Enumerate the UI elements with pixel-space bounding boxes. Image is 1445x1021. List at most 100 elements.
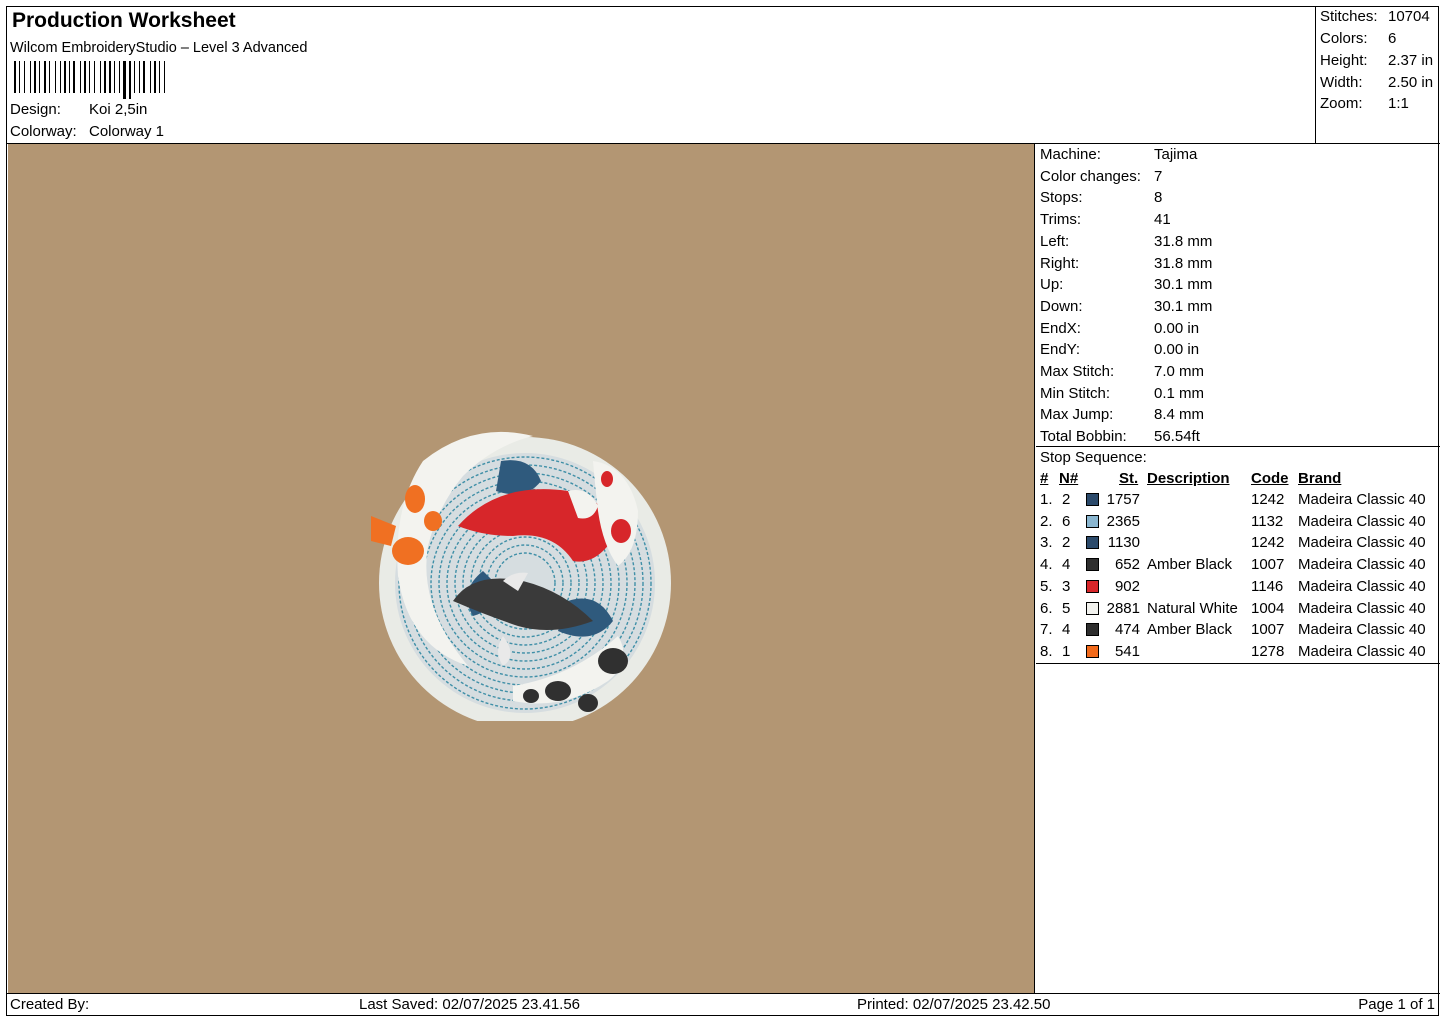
machine-info-value: 30.1 mm <box>1154 276 1213 294</box>
machine-info-value: 0.1 mm <box>1154 384 1205 402</box>
col-header-needle: N# <box>1059 470 1079 487</box>
colorway-value: Colorway 1 <box>89 123 165 140</box>
barcode-bar <box>104 61 106 93</box>
machine-info-label: EndX: <box>1040 319 1081 337</box>
thread-brand: Madeira Classic 40 <box>1298 512 1426 530</box>
barcode-bar <box>159 61 160 93</box>
needle-number: 3 <box>1062 577 1071 595</box>
stop-index: 3. <box>1040 534 1053 552</box>
stop-index: 4. <box>1040 556 1053 574</box>
thread-description: Natural White <box>1147 599 1238 617</box>
machine-info-label: Down: <box>1040 297 1083 315</box>
stat-zoom: Zoom: 1:1 <box>1320 95 1409 112</box>
col-header-description: Description <box>1147 470 1230 487</box>
thread-code: 1146 <box>1251 577 1284 595</box>
thread-color-swatch <box>1086 536 1099 550</box>
koi-embroidery-image <box>371 431 671 721</box>
machine-info-row: Up: 30.1 mm <box>1040 276 1212 293</box>
machine-info-label: Min Stitch: <box>1040 384 1111 402</box>
stop-sequence-row: 2. 6 2365 1132 Madeira Classic 40 <box>1036 513 1440 534</box>
machine-info-row: Down: 30.1 mm <box>1040 298 1212 315</box>
barcode-bar <box>60 61 61 93</box>
thread-brand: Madeira Classic 40 <box>1298 621 1426 639</box>
stitch-count: 652 <box>1114 556 1140 574</box>
created-by: Created By: <box>10 996 90 1013</box>
stat-label: Width: <box>1320 74 1363 91</box>
barcode-bar <box>109 61 111 93</box>
barcode-bar <box>119 61 120 93</box>
thread-code: 1007 <box>1251 556 1285 574</box>
thread-brand: Madeira Classic 40 <box>1298 577 1426 595</box>
info-panel: Machine: Tajima Color changes: 7 Stops: 8 Trim… <box>1036 144 1440 993</box>
machine-info-label: Trims: <box>1040 211 1082 229</box>
stat-value: 1:1 <box>1388 95 1409 112</box>
machine-info-value: Tajima <box>1154 146 1198 163</box>
stat-stitches: Stitches: 10704 <box>1320 8 1430 25</box>
stat-value: 2.37 in <box>1388 52 1434 69</box>
barcode-bar <box>69 61 70 93</box>
needle-number: 6 <box>1062 512 1071 530</box>
colorway-label: Colorway: <box>10 123 77 140</box>
stitch-count: 1757 <box>1106 491 1140 508</box>
barcode-bar <box>44 61 46 93</box>
thread-color-swatch <box>1086 623 1099 637</box>
barcode-bar <box>24 61 25 93</box>
machine-info-row: Total Bobbin: 56.54ft <box>1040 428 1200 445</box>
stitch-count: 474 <box>1114 621 1140 639</box>
barcode-bar <box>114 61 115 93</box>
barcode-bar <box>14 61 16 93</box>
stop-index: 2. <box>1040 512 1053 530</box>
stop-sequence-row: 7. 4 474 Amber Black 1007 Madeira Classic 40 <box>1036 621 1440 642</box>
machine-info-value: 0.00 in <box>1154 319 1200 337</box>
col-header-brand: Brand <box>1298 470 1342 487</box>
stop-sequence-row: 1. 2 1757 1242 Madeira Classic 40 <box>1036 491 1440 512</box>
worksheet: Production Worksheet Wilcom EmbroiderySt… <box>6 6 1440 1016</box>
stop-index: 6. <box>1040 599 1053 617</box>
barcode-bar <box>30 61 31 93</box>
machine-info-row: Stops: 8 <box>1040 189 1162 206</box>
needle-number: 4 <box>1062 556 1071 574</box>
printed-date: Printed: 02/07/2025 23.42.50 <box>857 996 1051 1013</box>
needle-number: 2 <box>1062 491 1071 508</box>
thread-color-swatch <box>1086 601 1099 615</box>
thread-description: Amber Black <box>1147 556 1233 574</box>
thread-code: 1004 <box>1251 599 1285 617</box>
col-header-stitches: St. <box>1119 470 1139 487</box>
needle-number: 1 <box>1062 642 1071 660</box>
stat-label: Stitches: <box>1320 8 1378 25</box>
stop-sequence-row: 6. 5 2881 Natural White 1004 Madeira Classic … <box>1036 600 1440 621</box>
machine-info-row: Max Jump: 8.4 mm <box>1040 406 1204 423</box>
colorway-row: Colorway: Colorway 1 <box>10 123 164 140</box>
stop-index: 5. <box>1040 577 1053 595</box>
panel-divider <box>1036 663 1440 664</box>
thread-description: Amber Black <box>1147 621 1233 639</box>
machine-info-row: Max Stitch: 7.0 mm <box>1040 363 1204 380</box>
thread-color-swatch <box>1086 493 1099 506</box>
thread-color-swatch <box>1086 579 1099 593</box>
machine-info-row: EndX: 0.00 in <box>1040 320 1199 337</box>
machine-info-row: Right: 31.8 mm <box>1040 255 1212 272</box>
barcode-bar <box>80 61 81 93</box>
design-value: Koi 2,5in <box>89 101 148 118</box>
barcode-bar <box>55 61 56 93</box>
thread-color-swatch <box>1086 514 1099 528</box>
header: Production Worksheet Wilcom EmbroiderySt… <box>7 7 1315 143</box>
stitch-count: 902 <box>1114 577 1140 595</box>
stat-height: Height: 2.37 in <box>1320 52 1433 69</box>
machine-info-row: Color changes: 7 <box>1040 168 1162 185</box>
barcode-bar <box>100 61 101 93</box>
barcode-bar <box>164 61 165 93</box>
machine-info-value: 7 <box>1154 167 1163 185</box>
page-number: Page 1 of 1 <box>1358 996 1435 1013</box>
stop-sequence-row: 3. 2 1130 1242 Madeira Classic 40 <box>1036 534 1440 555</box>
thread-brand: Madeira Classic 40 <box>1298 599 1426 617</box>
machine-info-label: Total Bobbin: <box>1040 428 1127 446</box>
stop-index: 7. <box>1040 621 1053 639</box>
machine-info-value: 0.00 in <box>1154 341 1200 359</box>
machine-info-label: Max Stitch: <box>1040 363 1115 380</box>
barcode-bar <box>150 61 151 93</box>
thread-color-swatch <box>1086 558 1099 572</box>
barcode-bar <box>34 61 36 93</box>
col-header-code: Code <box>1251 470 1289 487</box>
stat-label: Colors: <box>1320 30 1368 47</box>
